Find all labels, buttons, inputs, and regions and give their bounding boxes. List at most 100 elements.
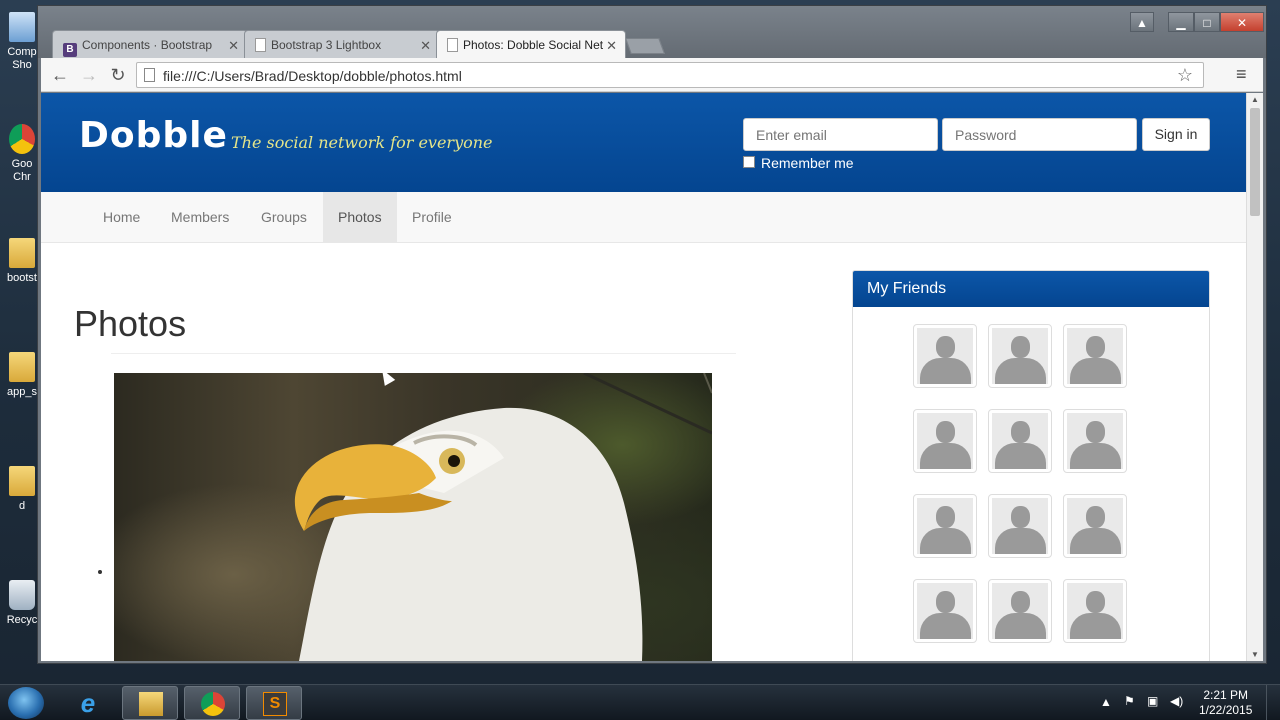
new-tab-button[interactable] xyxy=(625,38,665,54)
file-explorer-button[interactable] xyxy=(122,686,178,720)
my-friends-panel: My Friends xyxy=(852,270,1210,661)
avatar-placeholder-icon xyxy=(992,583,1048,639)
friend-avatar[interactable] xyxy=(1063,324,1127,388)
forward-icon[interactable]: → xyxy=(78,64,100,86)
friend-avatar[interactable] xyxy=(913,409,977,473)
clock-time: 2:21 PM xyxy=(1203,688,1249,702)
scrollbar[interactable]: ▲ ▼ xyxy=(1246,93,1263,661)
page-icon xyxy=(255,38,266,52)
friend-avatar[interactable] xyxy=(1063,494,1127,558)
avatar-placeholder-icon xyxy=(992,328,1048,384)
desktop-icon-folder-d[interactable]: d xyxy=(2,466,42,513)
avatar-placeholder-icon xyxy=(917,413,973,469)
desktop-icon-computer[interactable]: Comp Sho xyxy=(2,12,42,72)
bookmark-star-icon[interactable]: ☆ xyxy=(1177,65,1193,86)
volume-icon[interactable]: ◀) xyxy=(1170,694,1183,720)
maximize-button[interactable]: □ xyxy=(1194,12,1220,32)
nav-home[interactable]: Home xyxy=(88,192,155,242)
desktop-icon-chrome[interactable]: Goo Chr xyxy=(2,124,42,184)
avatar-placeholder-icon xyxy=(917,498,973,554)
site-navbar: Home Members Groups Photos Profile xyxy=(41,192,1246,243)
user-icon[interactable]: ▲ xyxy=(1130,12,1154,32)
tab-bootstrap-lightbox[interactable]: Bootstrap 3 Lightbox ✕ xyxy=(244,30,440,58)
site-header: Dobble The social network for everyone S… xyxy=(41,93,1246,192)
browser-window: B Components · Bootstrap ✕ Bootstrap 3 Li… xyxy=(37,5,1267,664)
scroll-down-arrow[interactable]: ▼ xyxy=(1251,650,1259,659)
taskbar: e S ▲ ⚑ ▣ ◀) 2:21 PM 1/22/2015 xyxy=(0,684,1280,720)
tray-expand-icon[interactable]: ▲ xyxy=(1100,695,1112,720)
email-field[interactable] xyxy=(743,118,938,151)
desktop-icon-folder-bootstrap[interactable]: bootst xyxy=(2,238,42,285)
password-field[interactable] xyxy=(942,118,1137,151)
remember-checkbox[interactable] xyxy=(743,156,755,168)
avatar-placeholder-icon xyxy=(917,583,973,639)
clock[interactable]: 2:21 PM 1/22/2015 xyxy=(1199,688,1252,718)
internet-explorer-icon[interactable]: e xyxy=(60,686,116,720)
address-bar[interactable]: file:///C:/Users/Brad/Desktop/dobble/pho… xyxy=(136,62,1204,88)
friend-avatar[interactable] xyxy=(913,324,977,388)
remember-me[interactable]: Remember me xyxy=(743,155,854,171)
start-button[interactable] xyxy=(8,687,44,719)
minimize-button[interactable]: ▁ xyxy=(1168,12,1194,32)
friend-avatar[interactable] xyxy=(1063,579,1127,643)
friend-avatar[interactable] xyxy=(988,579,1052,643)
reload-icon[interactable]: ↻ xyxy=(107,64,129,86)
site-tagline: The social network for everyone xyxy=(231,133,493,152)
chrome-button[interactable] xyxy=(184,686,240,720)
list-bullet xyxy=(98,570,102,574)
site-logo[interactable]: Dobble xyxy=(79,115,228,156)
divider xyxy=(111,353,736,354)
avatar-placeholder-icon xyxy=(1067,583,1123,639)
show-desktop-button[interactable] xyxy=(1266,685,1280,720)
desktop-icon-folder-app[interactable]: app_s xyxy=(2,352,42,399)
friend-avatar[interactable] xyxy=(988,409,1052,473)
title-bar: B Components · Bootstrap ✕ Bootstrap 3 Li… xyxy=(38,6,1266,58)
page-icon xyxy=(447,38,458,52)
action-center-icon[interactable]: ⚑ xyxy=(1124,694,1135,720)
browser-toolbar: ← → ↻ file:///C:/Users/Brad/Desktop/dobb… xyxy=(41,58,1263,92)
avatar-placeholder-icon xyxy=(1067,328,1123,384)
close-window-button[interactable]: ✕ xyxy=(1220,12,1264,32)
folder-icon xyxy=(9,352,35,382)
nav-profile[interactable]: Profile xyxy=(397,192,467,242)
avatar-placeholder-icon xyxy=(917,328,973,384)
file-explorer-icon xyxy=(139,692,163,716)
scroll-up-arrow[interactable]: ▲ xyxy=(1251,95,1259,104)
friend-avatar[interactable] xyxy=(988,494,1052,558)
avatar-placeholder-icon xyxy=(1067,413,1123,469)
menu-icon[interactable]: ≡ xyxy=(1236,64,1247,85)
recycle-bin-icon xyxy=(9,580,35,610)
page-icon xyxy=(144,68,155,82)
network-icon[interactable]: ▣ xyxy=(1147,694,1158,720)
clock-date: 1/22/2015 xyxy=(1199,703,1253,717)
desktop-icon-recycle-bin[interactable]: Recyc xyxy=(2,580,42,627)
avatar-placeholder-icon xyxy=(1067,498,1123,554)
friend-avatar[interactable] xyxy=(988,324,1052,388)
friend-avatar[interactable] xyxy=(913,494,977,558)
nav-groups[interactable]: Groups xyxy=(246,192,322,242)
remember-label: Remember me xyxy=(761,155,854,171)
tab-photos-dobble[interactable]: Photos: Dobble Social Net ✕ xyxy=(436,30,626,58)
computer-shortcut-icon xyxy=(9,12,35,42)
friend-avatar[interactable] xyxy=(913,579,977,643)
url-text: file:///C:/Users/Brad/Desktop/dobble/pho… xyxy=(163,68,462,84)
sublime-text-button[interactable]: S xyxy=(246,686,302,720)
nav-members[interactable]: Members xyxy=(156,192,244,242)
close-tab-icon[interactable]: ✕ xyxy=(420,38,431,54)
close-tab-icon[interactable]: ✕ xyxy=(606,38,617,54)
photo-eagle[interactable] xyxy=(114,373,712,661)
eagle-illustration xyxy=(294,373,712,661)
close-tab-icon[interactable]: ✕ xyxy=(228,38,239,54)
bootstrap-favicon: B xyxy=(63,43,77,57)
folder-icon xyxy=(9,238,35,268)
friend-avatar[interactable] xyxy=(1063,409,1127,473)
sign-in-button[interactable]: Sign in xyxy=(1142,118,1210,151)
avatar-placeholder-icon xyxy=(992,413,1048,469)
nav-photos[interactable]: Photos xyxy=(323,192,397,242)
back-icon[interactable]: ← xyxy=(49,64,71,86)
page-viewport: Dobble The social network for everyone S… xyxy=(41,93,1263,661)
tab-components-bootstrap[interactable]: B Components · Bootstrap ✕ xyxy=(52,30,248,58)
sublime-text-icon: S xyxy=(263,692,287,716)
scrollbar-thumb[interactable] xyxy=(1250,108,1260,216)
chrome-shortcut-icon xyxy=(9,124,35,154)
